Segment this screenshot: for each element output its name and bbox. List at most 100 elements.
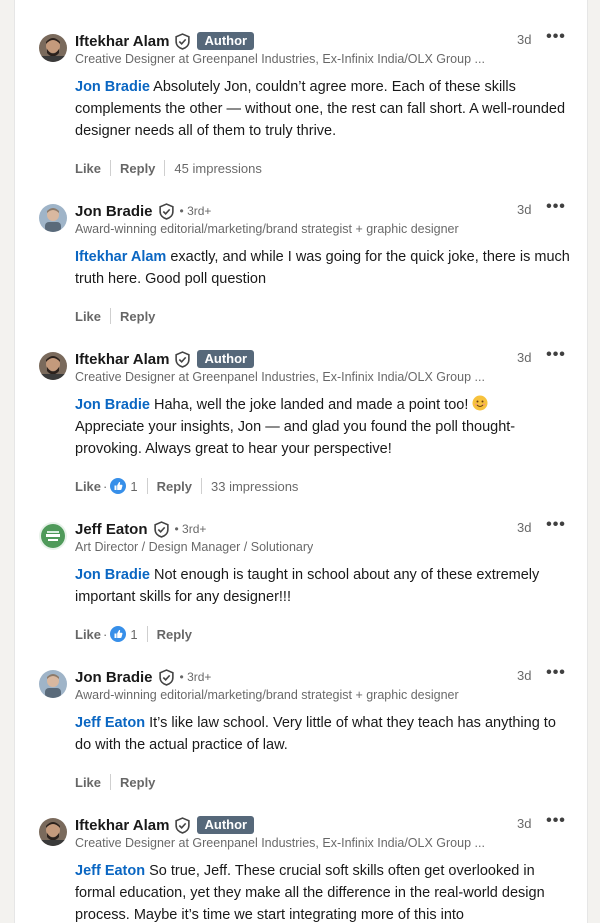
- comment-actions: Like Reply: [75, 772, 155, 792]
- comment-header: Iftekhar Alam Author: [75, 348, 255, 370]
- avatar[interactable]: [39, 34, 67, 62]
- connection-degree: • 3rd+: [179, 204, 212, 218]
- avatar[interactable]: [39, 818, 67, 846]
- avatar[interactable]: [39, 670, 67, 698]
- comment-text: Jon Bradie Absolutely Jon, couldn’t agre…: [75, 76, 575, 142]
- reply-button[interactable]: Reply: [120, 309, 155, 324]
- reply-button[interactable]: Reply: [157, 627, 192, 642]
- reply-button[interactable]: Reply: [157, 479, 192, 494]
- comment-text: Jeff Eaton It’s like law school. Very li…: [75, 712, 575, 756]
- like-button[interactable]: Like: [75, 627, 101, 642]
- separator-dot: ·: [103, 478, 108, 494]
- commenter-name[interactable]: Iftekhar Alam: [75, 351, 169, 368]
- comment-timestamp: 3d: [517, 816, 532, 831]
- connection-degree: • 3rd+: [174, 522, 207, 536]
- comment-text: Jon Bradie Not enough is taught in schoo…: [75, 564, 575, 608]
- more-horizontal-icon[interactable]: •••: [543, 28, 569, 50]
- mention-link[interactable]: Jon Bradie: [75, 79, 150, 95]
- divider: [146, 478, 148, 494]
- mention-link[interactable]: Jeff Eaton: [75, 863, 145, 879]
- comment-timestamp: 3d: [517, 520, 532, 535]
- comment-body-text: So true, Jeff. These crucial soft skills…: [75, 863, 545, 923]
- commenter-headline: Creative Designer at Greenpanel Industri…: [75, 836, 485, 850]
- shield-check-icon: [158, 202, 175, 220]
- comment-text: Jeff Eaton So true, Jeff. These crucial …: [75, 860, 575, 923]
- reply-button[interactable]: Reply: [120, 161, 155, 176]
- divider: [146, 626, 148, 642]
- commenter-headline: Creative Designer at Greenpanel Industri…: [75, 370, 485, 384]
- comment-item: Jon Bradie • 3rd+ Award-winning editoria…: [15, 662, 587, 810]
- comment-timestamp: 3d: [517, 668, 532, 683]
- divider: [110, 774, 112, 790]
- comment-header: Jeff Eaton • 3rd+: [75, 518, 206, 540]
- commenter-headline: Award-winning editorial/marketing/brand …: [75, 222, 459, 236]
- comment-timestamp: 3d: [517, 32, 532, 47]
- shield-check-icon: [158, 668, 175, 686]
- divider: [110, 308, 112, 324]
- comment-actions: Like · 1 Reply 33 impressions: [75, 476, 298, 496]
- like-reaction-icon[interactable]: [110, 478, 127, 494]
- reaction-count[interactable]: 1: [130, 627, 137, 642]
- mention-link[interactable]: Jon Bradie: [75, 567, 150, 583]
- like-button[interactable]: Like: [75, 479, 101, 494]
- connection-degree: • 3rd+: [179, 670, 212, 684]
- more-horizontal-icon[interactable]: •••: [543, 516, 569, 538]
- mention-link[interactable]: Iftekhar Alam: [75, 249, 166, 265]
- avatar[interactable]: [39, 522, 67, 550]
- author-badge: Author: [197, 32, 255, 50]
- comment-header: Jon Bradie • 3rd+: [75, 666, 211, 688]
- commenter-headline: Art Director / Design Manager / Solution…: [75, 540, 314, 554]
- comment-header: Iftekhar Alam Author: [75, 30, 255, 52]
- comment-item: Iftekhar Alam Author Creative Designer a…: [15, 810, 587, 923]
- commenter-headline: Award-winning editorial/marketing/brand …: [75, 688, 459, 702]
- avatar[interactable]: [39, 352, 67, 380]
- comment-text: Iftekhar Alam exactly, and while I was g…: [75, 246, 575, 290]
- separator-dot: ·: [103, 626, 108, 642]
- comment-item: Jon Bradie • 3rd+ Award-winning editoria…: [15, 196, 587, 344]
- more-horizontal-icon[interactable]: •••: [543, 812, 569, 834]
- mention-link[interactable]: Jon Bradie: [75, 397, 150, 413]
- mention-link[interactable]: Jeff Eaton: [75, 715, 145, 731]
- commenter-name[interactable]: Jeff Eaton: [75, 521, 148, 538]
- comment-text: Jon Bradie Haha, well the joke landed an…: [75, 394, 575, 460]
- shield-check-icon: [174, 350, 191, 368]
- comment-header: Iftekhar Alam Author: [75, 814, 255, 836]
- comment-body-text: It’s like law school. Very little of wha…: [75, 715, 556, 753]
- author-badge: Author: [197, 816, 255, 834]
- more-horizontal-icon[interactable]: •••: [543, 664, 569, 686]
- more-horizontal-icon[interactable]: •••: [543, 198, 569, 220]
- comment-actions: Like Reply: [75, 306, 155, 326]
- avatar[interactable]: [39, 204, 67, 232]
- like-button[interactable]: Like: [75, 775, 101, 790]
- comment-timestamp: 3d: [517, 350, 532, 365]
- commenter-name[interactable]: Iftekhar Alam: [75, 817, 169, 834]
- comment-header: Jon Bradie • 3rd+: [75, 200, 211, 222]
- comment-body-text: Haha, well the joke landed and made a po…: [149, 397, 473, 413]
- impressions-count[interactable]: 45 impressions: [174, 161, 261, 176]
- comment-actions: Like Reply 45 impressions: [75, 158, 262, 178]
- more-horizontal-icon[interactable]: •••: [543, 346, 569, 368]
- shield-check-icon: [174, 816, 191, 834]
- commenter-name[interactable]: Iftekhar Alam: [75, 33, 169, 50]
- smiling-face-emoji: [472, 395, 488, 411]
- shield-check-icon: [174, 32, 191, 50]
- commenter-name[interactable]: Jon Bradie: [75, 669, 153, 686]
- impressions-count[interactable]: 33 impressions: [211, 479, 298, 494]
- shield-check-icon: [153, 520, 170, 538]
- commenter-headline: Creative Designer at Greenpanel Industri…: [75, 52, 485, 66]
- reaction-count[interactable]: 1: [130, 479, 137, 494]
- like-button[interactable]: Like: [75, 309, 101, 324]
- divider: [110, 160, 112, 176]
- comment-body-text-continued: Appreciate your insights, Jon — and glad…: [75, 419, 516, 457]
- comments-panel: Iftekhar Alam Author Creative Designer a…: [14, 0, 588, 923]
- divider: [201, 478, 202, 494]
- divider: [164, 160, 166, 176]
- comment-item: Jeff Eaton • 3rd+ Art Director / Design …: [15, 514, 587, 662]
- comment-timestamp: 3d: [517, 202, 532, 217]
- comment-item: Iftekhar Alam Author Creative Designer a…: [15, 26, 587, 176]
- like-button[interactable]: Like: [75, 161, 101, 176]
- like-reaction-icon[interactable]: [110, 626, 127, 642]
- reply-button[interactable]: Reply: [120, 775, 155, 790]
- commenter-name[interactable]: Jon Bradie: [75, 203, 153, 220]
- comment-actions: Like · 1 Reply: [75, 624, 192, 644]
